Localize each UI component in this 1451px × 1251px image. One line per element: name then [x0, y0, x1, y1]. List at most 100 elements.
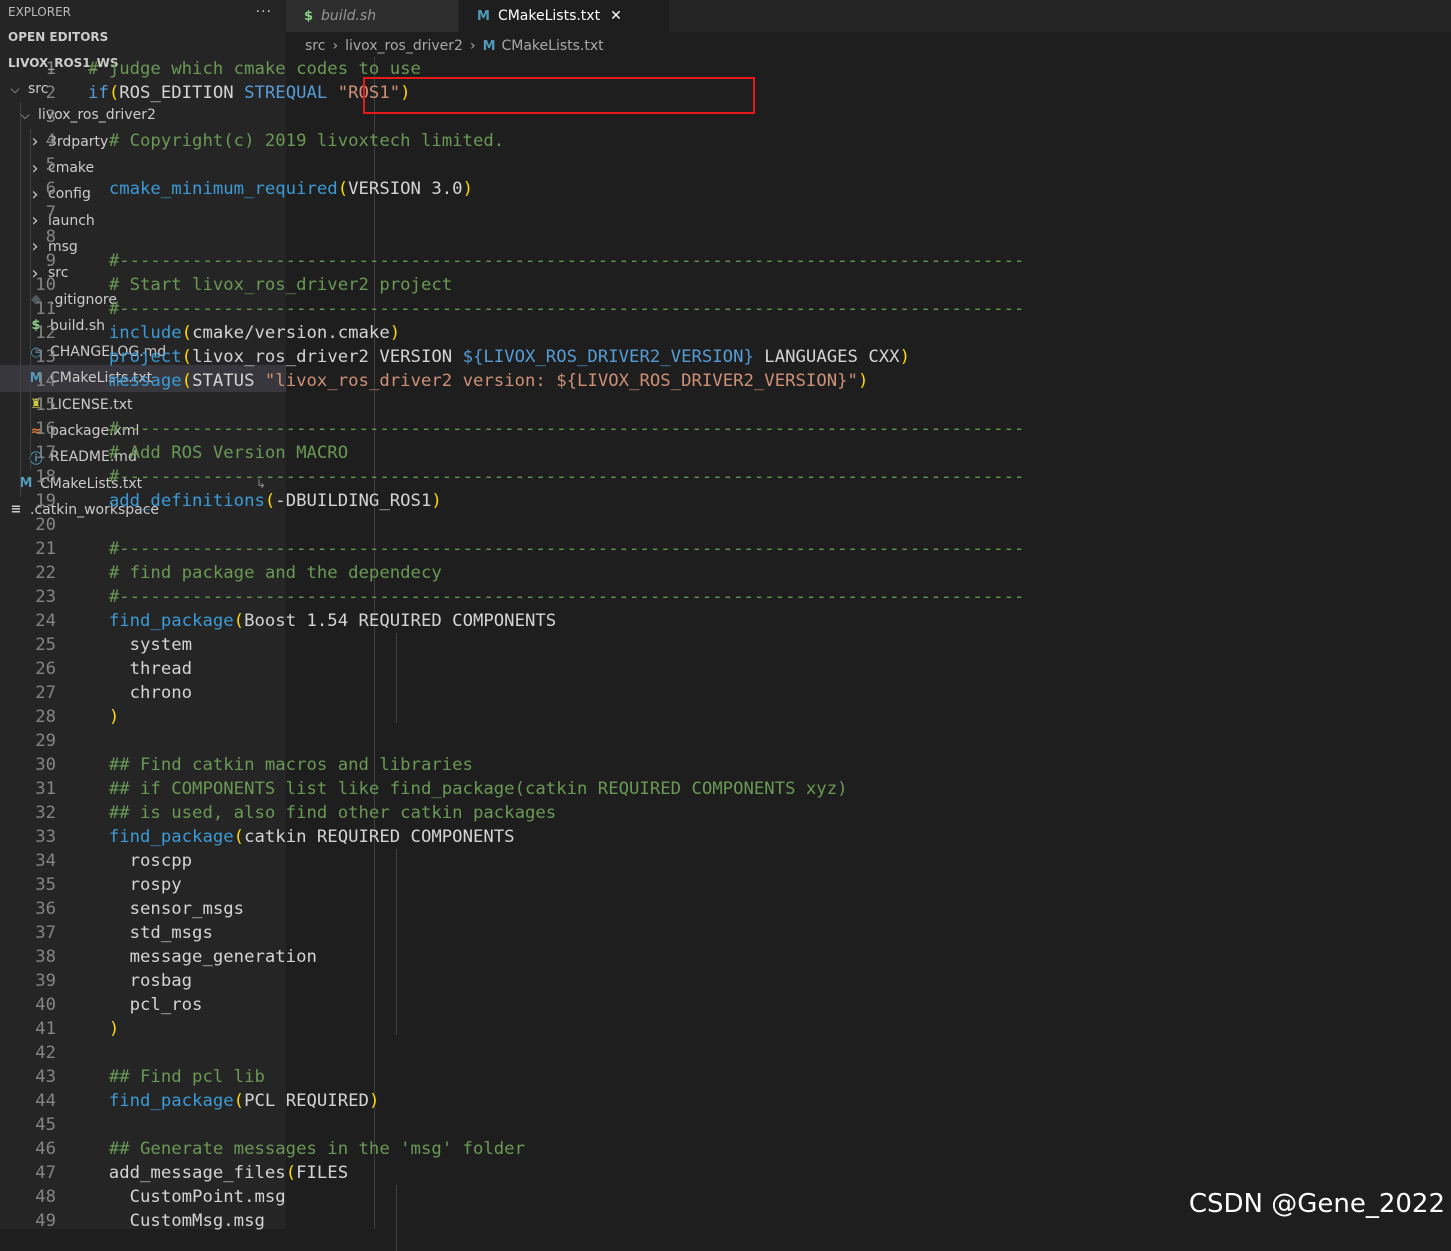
- line-number: 23: [35, 587, 56, 607]
- code-token: Boost 1.54 REQUIRED COMPONENTS: [244, 611, 557, 631]
- code-line: 26 thread: [0, 657, 1451, 681]
- line-number: 17: [35, 443, 56, 463]
- chevron-right-icon: ›: [469, 38, 476, 54]
- tab-build-sh[interactable]: $ build.sh: [286, 0, 459, 32]
- code-token: ): [389, 323, 401, 343]
- line-number: 45: [35, 1115, 56, 1135]
- code-token: STATUS: [192, 371, 265, 391]
- code-token: ): [108, 707, 120, 727]
- line-number: 14: [35, 371, 56, 391]
- code-line: 38 message_generation: [0, 945, 1451, 969]
- code-editor[interactable]: 1 # judge which cmake codes to use 2 if(ROS…: [0, 57, 1451, 1231]
- code-text: chrono: [88, 681, 192, 705]
- code-line: 16 #------------------------------------…: [0, 417, 1451, 441]
- code-token: (: [181, 347, 193, 367]
- code-token: (: [181, 323, 193, 343]
- code-text: include(cmake/version.cmake): [88, 321, 400, 345]
- code-line: 27 chrono: [0, 681, 1451, 705]
- code-token: ): [899, 347, 910, 367]
- code-token: rospy: [88, 875, 182, 895]
- code-text: ## Generate messages in the 'msg' folder: [88, 1137, 525, 1161]
- code-token: sensor_msgs: [88, 899, 245, 919]
- breadcrumb-item[interactable]: CMakeLists.txt: [502, 38, 604, 54]
- code-token: #---------------------------------------…: [108, 299, 1025, 319]
- code-token: PCL REQUIRED: [244, 1091, 369, 1111]
- code-token: "livox_ros_driver2 version: ${LIVOX_ROS_…: [264, 371, 858, 391]
- breadcrumb-item[interactable]: src: [305, 38, 325, 54]
- explorer-header: EXPLORER ···: [0, 0, 286, 24]
- code-token: ## Find catkin macros and libraries: [108, 755, 473, 775]
- line-number: 7: [45, 203, 56, 223]
- code-token: find_package: [108, 611, 234, 631]
- line-number: 18: [35, 467, 56, 487]
- code-line: 8: [0, 225, 1451, 249]
- line-number: 44: [35, 1091, 56, 1111]
- line-number: 38: [35, 947, 56, 967]
- code-text: message_generation: [88, 945, 317, 969]
- code-token: chrono: [88, 683, 193, 703]
- code-token: (: [108, 83, 120, 103]
- line-number: 28: [35, 707, 56, 727]
- more-actions-icon[interactable]: ···: [256, 4, 272, 20]
- code-token: #---------------------------------------…: [108, 587, 1025, 607]
- code-line: 7: [0, 201, 1451, 225]
- code-token: (: [264, 491, 276, 511]
- line-number: 46: [35, 1139, 56, 1159]
- code-token: rosbag: [88, 971, 193, 991]
- code-token: CustomMsg.msg: [88, 1211, 265, 1231]
- code-line: 46 ## Generate messages in the 'msg' fol…: [0, 1137, 1451, 1161]
- line-number: 25: [35, 635, 56, 655]
- line-number: 21: [35, 539, 56, 559]
- code-token: ): [857, 371, 869, 391]
- open-editors-section[interactable]: OPEN EDITORS: [0, 24, 286, 50]
- code-text: CustomMsg.msg: [88, 1209, 265, 1233]
- code-token: (: [337, 179, 349, 199]
- line-number: 43: [35, 1067, 56, 1087]
- code-token: (: [233, 827, 245, 847]
- line-number: 37: [35, 923, 56, 943]
- code-line: 29: [0, 729, 1451, 753]
- code-line: 23 #------------------------------------…: [0, 585, 1451, 609]
- line-number: 11: [35, 299, 56, 319]
- code-token: VERSION 3.0: [348, 179, 463, 199]
- code-token: catkin REQUIRED COMPONENTS: [244, 827, 515, 847]
- code-token: system: [88, 635, 193, 655]
- tab-cmakelists-txt[interactable]: M CMakeLists.txt ✕: [459, 0, 670, 32]
- code-token: thread: [88, 659, 193, 679]
- code-line: 40 pcl_ros: [0, 993, 1451, 1017]
- code-token: message: [108, 371, 182, 391]
- code-text: ): [88, 705, 119, 729]
- code-line: 4 # Copyright(c) 2019 livoxtech limited.: [0, 129, 1451, 153]
- close-icon[interactable]: ✕: [610, 8, 622, 24]
- breadcrumb-item[interactable]: livox_ros_driver2: [345, 38, 463, 54]
- code-token: LANGUAGES CXX: [753, 347, 900, 367]
- code-token: cmake/version.cmake: [192, 323, 390, 343]
- code-text: #---------------------------------------…: [88, 585, 1025, 609]
- code-line: 13 project(livox_ros_driver2 VERSION ${L…: [0, 345, 1451, 369]
- code-line: 10 # Start livox_ros_driver2 project: [0, 273, 1451, 297]
- code-token: add_message_files: [88, 1163, 286, 1183]
- code-token: (: [181, 371, 193, 391]
- code-line: 34 roscpp: [0, 849, 1451, 873]
- code-token: ): [431, 491, 442, 511]
- line-number: 29: [35, 731, 56, 751]
- line-number: 31: [35, 779, 56, 799]
- line-number: 19: [35, 491, 56, 511]
- explorer-title: EXPLORER: [8, 5, 71, 19]
- code-text: project(livox_ros_driver2 VERSION ${LIVO…: [88, 345, 910, 369]
- code-token: if: [88, 83, 109, 103]
- code-text: message(STATUS "livox_ros_driver2 versio…: [88, 369, 869, 393]
- code-line: 39 rosbag: [0, 969, 1451, 993]
- line-number: 36: [35, 899, 56, 919]
- file-icon: M: [477, 8, 490, 24]
- code-line: 31 ## if COMPONENTS list like find_packa…: [0, 777, 1451, 801]
- line-number: 6: [45, 179, 56, 199]
- file-icon: $: [304, 8, 314, 24]
